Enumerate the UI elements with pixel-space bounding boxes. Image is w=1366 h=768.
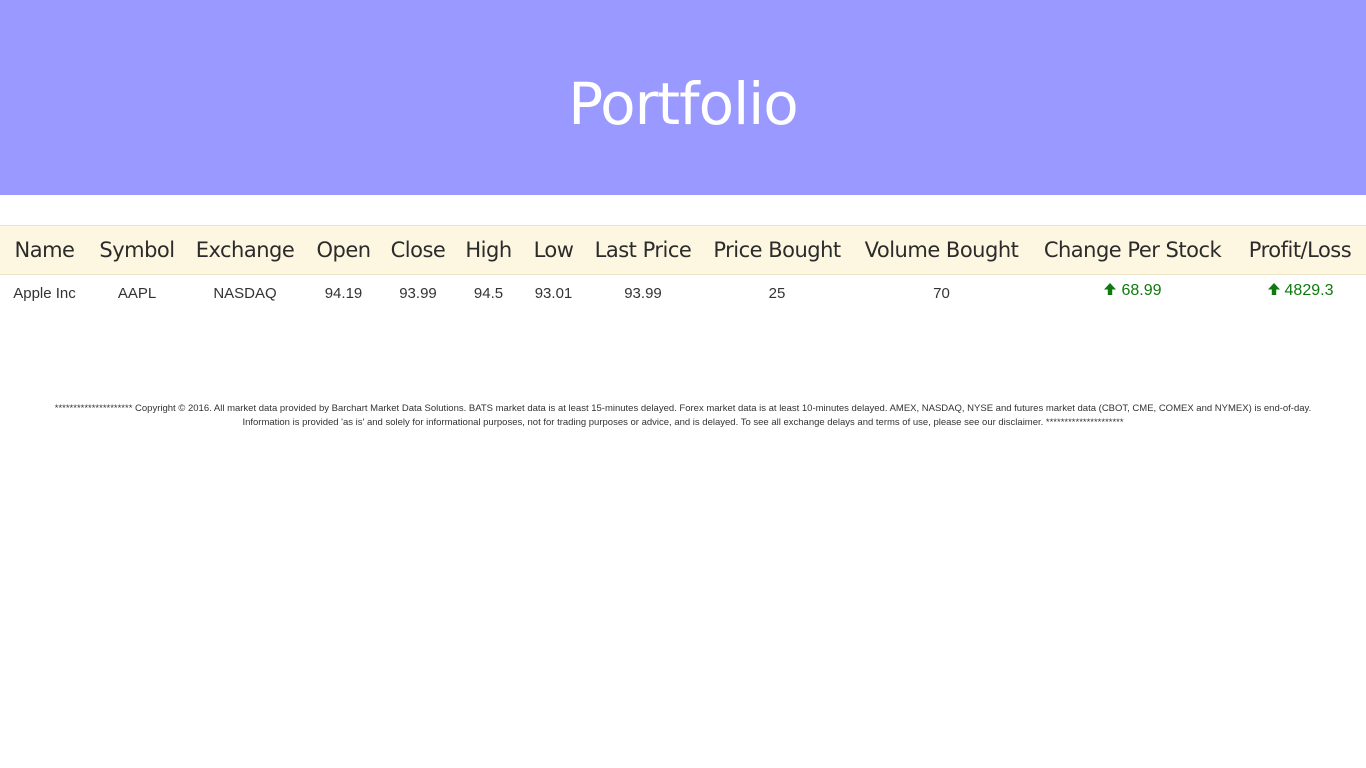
- cell-last-price: 93.99: [624, 285, 662, 303]
- page-title: Portfolio: [568, 69, 799, 138]
- column-header-last-price: Last Price: [594, 238, 692, 262]
- disclaimer-footer: ********************* Copyright © 2016. …: [20, 402, 1346, 430]
- disclaimer-line-2: Information is provided 'as is' and sole…: [242, 417, 1124, 428]
- change-per-stock-value: 68.99: [1121, 282, 1162, 299]
- profit-loss-value: 4829.3: [1284, 282, 1334, 299]
- column-header-volume-bought: Volume Bought: [864, 238, 1019, 262]
- cell-symbol: AAPL: [117, 285, 157, 303]
- cell-profit-loss: 4829.3: [1234, 275, 1366, 313]
- column-header-change-per-stock: Change Per Stock: [1043, 238, 1222, 262]
- column-header-name: Name: [14, 238, 75, 262]
- column-header-low: Low: [533, 238, 574, 262]
- column-header-profit-loss: Profit/Loss: [1248, 238, 1352, 262]
- cell-exchange: NASDAQ: [213, 285, 277, 303]
- cell-high: 94.5: [473, 285, 504, 303]
- column-header-open: Open: [316, 238, 371, 262]
- portfolio-table: Name Symbol Exchange Open Close High Low…: [0, 225, 1366, 313]
- cell-volume-bought: 70: [933, 285, 950, 303]
- column-header-price-bought: Price Bought: [713, 238, 841, 262]
- table-header-row: Name Symbol Exchange Open Close High Low…: [0, 225, 1366, 275]
- cell-low: 93.01: [534, 285, 573, 303]
- arrow-up-icon: [1267, 283, 1280, 295]
- column-header-exchange: Exchange: [195, 238, 295, 262]
- page-header: Portfolio: [0, 0, 1366, 195]
- cell-close: 93.99: [399, 285, 437, 303]
- cell-name: Apple Inc: [13, 285, 76, 303]
- column-header-close: Close: [390, 238, 446, 262]
- cell-price-bought: 25: [768, 285, 786, 303]
- disclaimer-line-1: ********************* Copyright © 2016. …: [54, 403, 1312, 414]
- table-row: Apple Inc AAPL NASDAQ 94.19 93.99 94.5 9…: [0, 275, 1366, 313]
- arrow-up-icon: [1104, 283, 1117, 295]
- column-header-symbol: Symbol: [99, 238, 175, 262]
- cell-open: 94.19: [324, 285, 363, 303]
- column-header-high: High: [465, 238, 512, 262]
- cell-change-per-stock: 68.99: [1031, 275, 1234, 313]
